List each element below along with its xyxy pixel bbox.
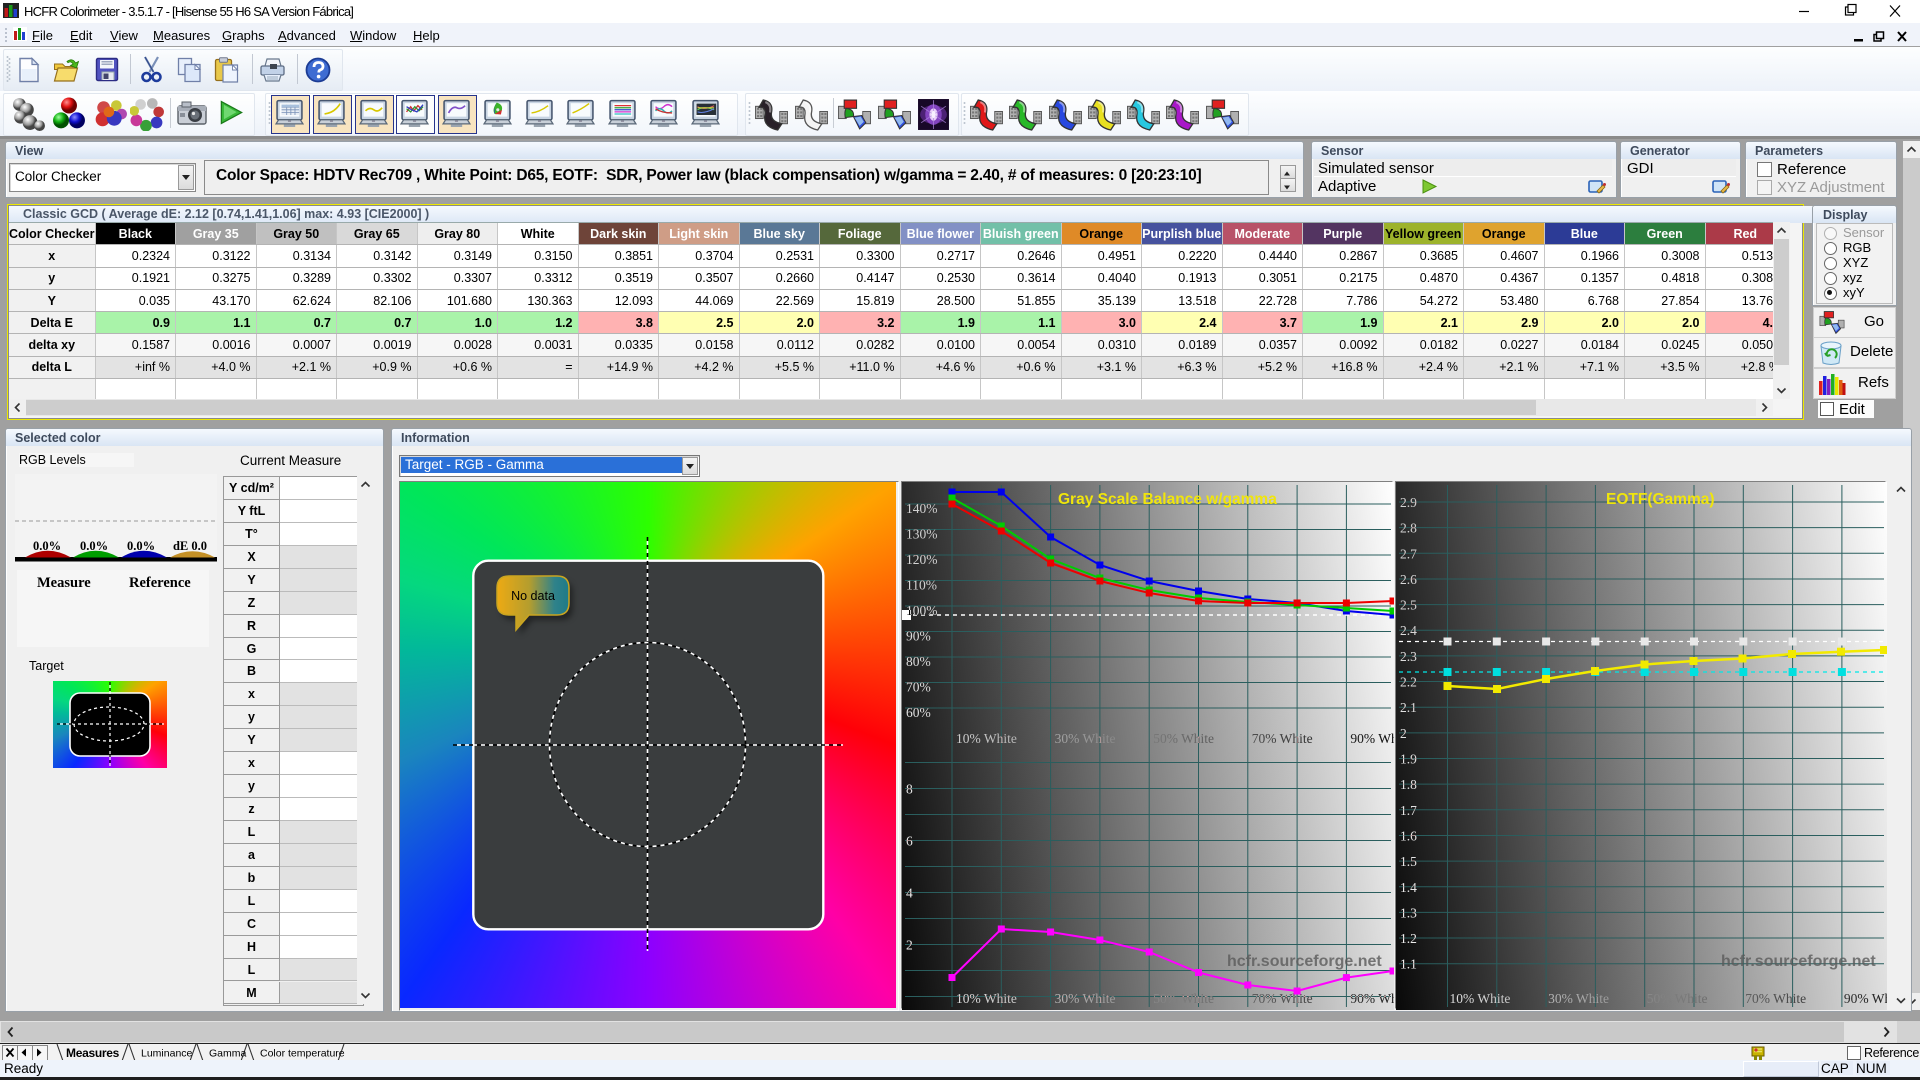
svg-text:2.7: 2.7 [1400, 546, 1417, 561]
svg-text:30% White: 30% White [1055, 991, 1116, 1006]
svg-text:140%: 140% [906, 501, 938, 516]
svg-text:1.8: 1.8 [1400, 777, 1417, 792]
svg-text:1.9: 1.9 [1400, 752, 1417, 767]
svg-text:110%: 110% [906, 578, 937, 593]
svg-text:hcfr.sourceforge.net: hcfr.sourceforge.net [1721, 953, 1876, 970]
svg-text:10% White: 10% White [956, 991, 1017, 1006]
svg-text:dE 0.0: dE 0.0 [173, 539, 207, 553]
svg-text:No data: No data [511, 589, 555, 603]
svg-text:1.6: 1.6 [1400, 829, 1417, 844]
svg-text:2.4: 2.4 [1400, 623, 1417, 638]
svg-text:90%: 90% [906, 629, 931, 644]
svg-text:100%: 100% [906, 603, 938, 618]
svg-text:Luminance: Luminance [141, 1048, 193, 1060]
svg-text:10% White: 10% White [1450, 991, 1511, 1006]
svg-text:2.8: 2.8 [1400, 521, 1417, 536]
svg-text:70% White: 70% White [1745, 991, 1806, 1006]
svg-text:2.5: 2.5 [1400, 598, 1417, 613]
svg-text:Gamma: Gamma [209, 1048, 247, 1060]
svg-text:Measures: Measures [66, 1046, 120, 1060]
svg-text:90% Wh: 90% Wh [1350, 731, 1394, 746]
svg-text:2.2: 2.2 [1400, 675, 1417, 690]
svg-text:8: 8 [906, 782, 913, 797]
svg-text:2: 2 [906, 938, 913, 953]
svg-text:70% White: 70% White [1252, 991, 1313, 1006]
svg-text:2.3: 2.3 [1400, 649, 1417, 664]
svg-text:4: 4 [906, 886, 913, 901]
svg-text:0.0%: 0.0% [80, 539, 108, 553]
svg-text:120%: 120% [906, 552, 938, 567]
svg-text:80%: 80% [906, 654, 931, 669]
svg-text:hcfr.sourceforge.net: hcfr.sourceforge.net [1227, 953, 1382, 970]
svg-text:1.1: 1.1 [1400, 957, 1417, 972]
svg-text:130%: 130% [906, 527, 938, 542]
svg-text:1.4: 1.4 [1400, 880, 1417, 895]
svg-text:70% White: 70% White [1252, 731, 1313, 746]
svg-text:1.7: 1.7 [1400, 803, 1417, 818]
svg-text:2.6: 2.6 [1400, 572, 1417, 587]
svg-text:0.0%: 0.0% [33, 539, 61, 553]
svg-text:1.5: 1.5 [1400, 854, 1417, 869]
svg-text:2.1: 2.1 [1400, 700, 1417, 715]
svg-text:50% White: 50% White [1153, 991, 1214, 1006]
svg-text:2.9: 2.9 [1400, 495, 1417, 510]
svg-text:30% White: 30% White [1055, 731, 1116, 746]
svg-text:10% White: 10% White [956, 731, 1017, 746]
svg-text:0.0%: 0.0% [127, 539, 155, 553]
svg-text:1.3: 1.3 [1400, 905, 1417, 920]
svg-text:60%: 60% [906, 705, 931, 720]
svg-text:70%: 70% [906, 680, 931, 695]
svg-text:90% Wh: 90% Wh [1844, 991, 1887, 1006]
svg-text:6: 6 [906, 834, 913, 849]
svg-text:90% Wh: 90% Wh [1350, 991, 1394, 1006]
svg-text:50% White: 50% White [1153, 731, 1214, 746]
svg-text:Gray Scale Balance w/gamma: Gray Scale Balance w/gamma [1058, 491, 1277, 508]
svg-text:EOTF(Gamma): EOTF(Gamma) [1606, 491, 1715, 508]
svg-text:1.2: 1.2 [1400, 931, 1417, 946]
svg-text:2: 2 [1400, 726, 1407, 741]
svg-text:Color temperature: Color temperature [260, 1048, 345, 1060]
svg-text:30% White: 30% White [1548, 991, 1609, 1006]
svg-text:50% White: 50% White [1647, 991, 1708, 1006]
